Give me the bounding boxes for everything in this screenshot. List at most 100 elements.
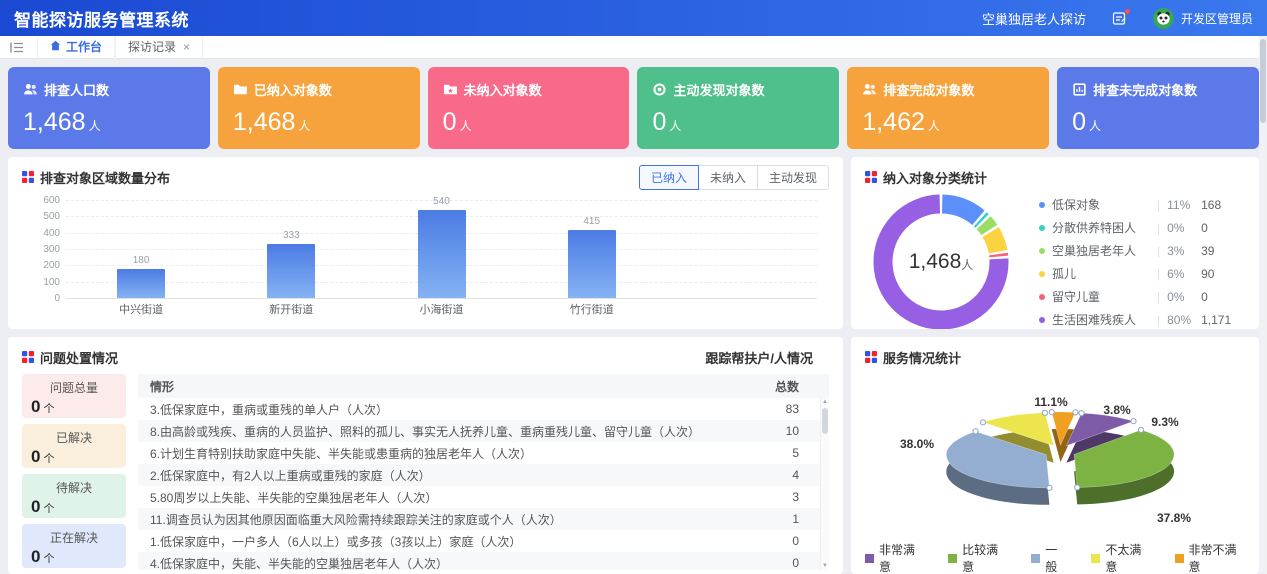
report-icon xyxy=(1072,82,1087,97)
legend-label: 分散供养特困人 xyxy=(1052,219,1150,236)
stat-card-label: 排查未完成对象数 xyxy=(1093,80,1197,99)
service-stats-panel: 服务情况统计 3.8%11.1%9.3%37.8%38.0% 非常满意比较满意一… xyxy=(851,337,1259,574)
table-header: 情形 总数 xyxy=(138,374,829,398)
stat-card-value: 0人 xyxy=(1072,108,1244,137)
legend-count: 39 xyxy=(1201,244,1214,258)
legend-count: 168 xyxy=(1201,198,1221,212)
tab-workbench[interactable]: 工作台 xyxy=(37,36,115,59)
bar-category-label: 竹行街道 xyxy=(570,301,614,317)
panel-grid-icon xyxy=(865,171,877,183)
row-count: 5 xyxy=(792,446,799,460)
bar-竹行街道[interactable] xyxy=(568,230,616,298)
stat-card-label: 主动发现对象数 xyxy=(673,80,764,99)
table-row: 8.由高龄或残疾、重病的人员监护、照料的孤儿、事实无人抚养儿童、重病重残儿童、留… xyxy=(138,420,829,442)
close-tab-icon[interactable]: × xyxy=(183,36,190,59)
panel-grid-icon xyxy=(22,351,34,363)
y-axis-tick: 500 xyxy=(22,211,60,222)
issue-stat-label: 正在解决 xyxy=(31,529,117,546)
y-axis-tick: 600 xyxy=(22,195,60,206)
gridline xyxy=(66,298,817,299)
table-body: 3.低保家庭中，重病或重残的单人户（人次）838.由高龄或残疾、重病的人员监护、… xyxy=(138,398,829,570)
pie-legend-item-0: 非常满意 xyxy=(865,541,924,574)
legend-count: 1,171 xyxy=(1201,313,1231,327)
category-legend: 低保对象|11%168分散供养特困人|0%0空巢独居老年人|3%39孤儿|6%9… xyxy=(1039,193,1245,329)
pie-legend-item-4: 非常不满意 xyxy=(1175,541,1246,574)
table-scrollbar[interactable]: ▲ ▼ xyxy=(820,398,829,570)
pie-legend-label: 一般 xyxy=(1045,541,1067,574)
avatar xyxy=(1153,8,1174,29)
issue-stat-box-1: 已解决0个 xyxy=(22,424,126,468)
bar-slot xyxy=(667,200,817,298)
stat-card-label: 排查完成对象数 xyxy=(883,80,974,99)
home-icon xyxy=(50,36,61,59)
service-pie-chart: 3.8%11.1%9.3%37.8%38.0% xyxy=(865,370,1245,539)
pie-marker xyxy=(1131,419,1136,424)
service-legend: 非常满意 比较满意 一般 不太满意非常不满意 xyxy=(865,541,1245,574)
filter-button-2[interactable]: 主动发现 xyxy=(757,165,829,190)
bar-新开街道[interactable] xyxy=(267,244,315,298)
app-root: 智能探访服务管理系统 空巢独居老人探访 开发区管理员 工作台 探访记录 × xyxy=(0,0,1267,574)
row-situation: 1.低保家庭中，一户多人（6人以上）或多孩（3孩以上）家庭（人次） xyxy=(150,533,792,550)
collapse-sidebar-icon[interactable] xyxy=(10,42,23,53)
category-stats-panel: 纳入对象分类统计 1,468人 低保对象|11%168分散供养特困人|0%0空巢… xyxy=(851,157,1259,329)
pie-legend-label: 比较满意 xyxy=(962,541,1007,574)
table-row: 5.80周岁以上失能、半失能的空巢独居老年人（人次）3 xyxy=(138,486,829,508)
legend-label: 孤儿 xyxy=(1052,265,1150,282)
pie-legend-item-1: 比较满意 xyxy=(948,541,1007,574)
tab-visit-records[interactable]: 探访记录 × xyxy=(115,36,203,59)
legend-percent: 0% xyxy=(1167,221,1201,235)
page-scrollbar-thumb[interactable] xyxy=(1260,39,1266,123)
pie-marker xyxy=(1139,427,1144,432)
bar-category-label: 中兴街道 xyxy=(119,301,163,317)
bar-category-label: 新开街道 xyxy=(269,301,313,317)
stat-card-1: 已纳入对象数1,468人 xyxy=(218,67,420,149)
tab-bar: 工作台 探访记录 × xyxy=(0,36,1267,59)
row-count: 3 xyxy=(792,490,799,504)
legend-dot xyxy=(1039,225,1045,231)
bar-slots: 180中兴街道333新开街道540小海街道415竹行街道 xyxy=(66,200,817,298)
issue-stat-value: 0个 xyxy=(31,447,117,467)
pie-percent-label: 3.8% xyxy=(1103,403,1131,417)
legend-percent: 80% xyxy=(1167,313,1201,327)
app-title: 智能探访服务管理系统 xyxy=(14,6,189,31)
pie-legend-swatch xyxy=(1091,554,1100,563)
filter-button-0[interactable]: 已纳入 xyxy=(639,165,699,190)
pie-percent-label: 11.1% xyxy=(1034,395,1068,409)
pie-marker xyxy=(1047,485,1052,490)
project-name[interactable]: 空巢独居老人探访 xyxy=(982,9,1086,28)
issue-stat-label: 已解决 xyxy=(31,429,117,446)
pie-marker xyxy=(1042,410,1047,415)
legend-percent: 6% xyxy=(1167,267,1201,281)
pie-legend-label: 不太满意 xyxy=(1105,541,1150,574)
page-scrollbar[interactable] xyxy=(1259,36,1267,574)
panel-title: 排查对象区域数量分布 xyxy=(40,168,170,187)
dashboard-content: 排查人口数1,468人已纳入对象数1,468人未纳入对象数0人主动发现对象数0人… xyxy=(0,59,1267,574)
filter-button-1[interactable]: 未纳入 xyxy=(698,165,758,190)
stat-card-label: 未纳入对象数 xyxy=(464,80,542,99)
pie-legend-label: 非常满意 xyxy=(879,541,924,574)
legend-item-4: 留守儿童|0%0 xyxy=(1039,285,1245,308)
bar-slot: 415竹行街道 xyxy=(517,200,667,298)
legend-item-0: 低保对象|11%168 xyxy=(1039,193,1245,216)
table-row: 11.调查员认为因其他原因面临重大风险需持续跟踪关注的家庭或个人（人次）1 xyxy=(138,508,829,530)
bar-中兴街道[interactable] xyxy=(117,269,165,298)
region-distribution-panel: 排查对象区域数量分布 已纳入未纳入主动发现 010020030040050060… xyxy=(8,157,843,329)
table-scrollbar-thumb[interactable] xyxy=(822,408,828,434)
pie-legend-item-2: 一般 xyxy=(1031,541,1067,574)
user-menu[interactable]: 开发区管理员 xyxy=(1153,8,1253,29)
bar-小海街道[interactable] xyxy=(418,210,466,298)
pie-marker xyxy=(980,420,985,425)
issue-stat-label: 待解决 xyxy=(31,479,117,496)
row-count: 1 xyxy=(792,512,799,526)
stat-card-value: 1,462人 xyxy=(862,108,1034,137)
pie-legend-swatch xyxy=(865,554,874,563)
legend-dot xyxy=(1039,294,1045,300)
row-situation: 11.调查员认为因其他原因面临重大风险需持续跟踪关注的家庭或个人（人次） xyxy=(150,511,792,528)
issue-stat-label: 问题总量 xyxy=(31,379,117,396)
pie-legend-item-3: 不太满意 xyxy=(1091,541,1150,574)
users-icon xyxy=(862,82,877,97)
notification-icon[interactable] xyxy=(1112,11,1127,26)
stat-card-value: 0人 xyxy=(652,108,824,137)
legend-item-5: 生活困难残疾人|80%1,171 xyxy=(1039,308,1245,329)
legend-count: 0 xyxy=(1201,290,1208,304)
